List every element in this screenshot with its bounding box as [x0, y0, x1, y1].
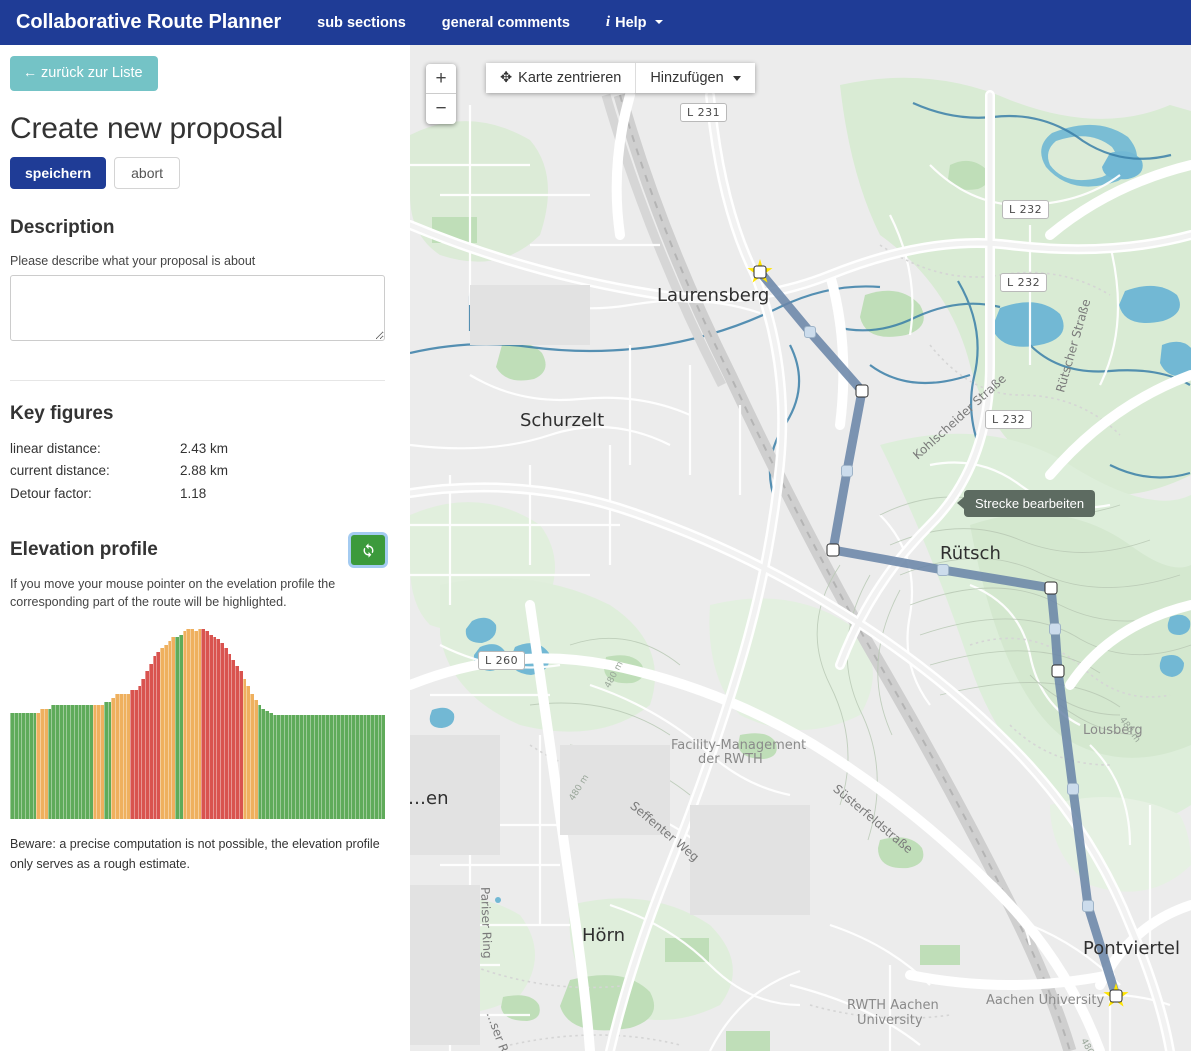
back-to-list-button[interactable]: ← zurück zur Liste [10, 56, 158, 91]
route-waypoint-handle[interactable] [826, 543, 840, 557]
top-navbar: Collaborative Route Planner sub sections… [0, 0, 1191, 45]
key-figure-value: 2.43 km [180, 440, 229, 456]
route-midpoint-handle[interactable] [804, 326, 816, 338]
description-textarea[interactable] [10, 274, 385, 341]
nav-item-general-comments[interactable]: general comments [442, 15, 570, 31]
elevation-profile-chart[interactable] [10, 629, 385, 820]
back-to-list-label: zurück zur Liste [41, 65, 143, 81]
route-waypoint-handle[interactable] [1044, 581, 1058, 595]
map-canvas[interactable]: + − ✥ Karte zentrieren Hinzufügen Streck… [410, 45, 1191, 1051]
key-figure-label: Detour factor: [10, 485, 92, 501]
description-helper-text: Please describe what your proposal is ab… [10, 253, 256, 268]
key-figure-value: 1.18 [180, 485, 207, 501]
map-tiles [410, 45, 1191, 1051]
key-figure-label: current distance: [10, 463, 110, 479]
key-figures-heading: Key figures [10, 402, 114, 424]
route-waypoint-handle[interactable] [855, 384, 869, 398]
route-start-marker[interactable] [747, 259, 773, 285]
app-brand[interactable]: Collaborative Route Planner [16, 11, 281, 34]
map-road-shield: L 232 [1002, 200, 1050, 219]
map-road-shield: L 231 [680, 103, 728, 122]
abort-button[interactable]: abort [114, 156, 181, 189]
table-row: current distance: 2.88 km [10, 460, 385, 483]
description-heading: Description [10, 216, 115, 238]
route-end-marker[interactable] [1103, 983, 1129, 1009]
route-midpoint-handle[interactable] [937, 564, 949, 576]
map-toolbar: ✥ Karte zentrieren Hinzufügen [486, 63, 755, 93]
center-map-label: Karte zentrieren [518, 70, 622, 86]
info-icon: i [605, 14, 611, 30]
sidebar-panel: ← zurück zur Liste Create new proposal sp… [0, 45, 410, 1051]
zoom-in-button[interactable]: + [426, 64, 456, 94]
key-figure-value: 2.88 km [180, 463, 229, 479]
zoom-out-button[interactable]: − [426, 94, 456, 124]
route-midpoint-handle[interactable] [1082, 900, 1094, 912]
refresh-icon [363, 543, 373, 558]
square-handle-icon [1109, 989, 1123, 1003]
elevation-disclaimer-note: Beware: a precise computation is not pos… [10, 837, 380, 872]
center-map-button[interactable]: ✥ Karte zentrieren [486, 63, 636, 93]
map-road-shield: L 232 [1000, 273, 1048, 292]
route-midpoint-handle[interactable] [841, 465, 853, 477]
nav-item-help-label: Help [615, 14, 647, 31]
zoom-control[interactable]: + − [426, 64, 456, 124]
nav-item-sub-sections[interactable]: sub sections [317, 15, 406, 31]
table-row: Detour factor: 1.18 [10, 483, 385, 506]
elevation-profile-header: Elevation profile [10, 535, 385, 566]
table-row: linear distance: 2.43 km [10, 438, 385, 461]
square-handle-icon [753, 265, 767, 279]
map-road-shield: L 232 [985, 410, 1033, 429]
arrow-left-icon: ← [23, 64, 37, 80]
move-crosshair-icon: ✥ [500, 70, 513, 86]
add-dropdown-label: Hinzufügen [650, 70, 724, 86]
route-midpoint-handle[interactable] [1049, 623, 1061, 635]
nav-item-help[interactable]: i Help [606, 14, 663, 31]
refresh-elevation-button[interactable] [351, 535, 385, 566]
save-button[interactable]: speichern [10, 156, 107, 189]
action-button-row: speichern abort [10, 156, 386, 189]
key-figures-table: linear distance: 2.43 km current distanc… [10, 438, 385, 506]
key-figure-label: linear distance: [10, 440, 101, 456]
elevation-profile-heading: Elevation profile [10, 539, 158, 561]
edit-route-tooltip: Strecke bearbeiten [956, 490, 1096, 517]
section-divider [10, 379, 385, 381]
add-dropdown-button[interactable]: Hinzufügen [635, 63, 755, 93]
map-road-shield: L 260 [478, 651, 526, 670]
route-midpoint-handle[interactable] [1067, 783, 1079, 795]
elevation-helper-text: If you move your mouse pointer on the ev… [10, 577, 336, 610]
chevron-down-icon [732, 75, 741, 81]
page-title: Create new proposal [10, 111, 284, 145]
route-waypoint-handle[interactable] [1051, 664, 1065, 678]
chevron-down-icon [654, 20, 663, 24]
elevation-bar[interactable] [381, 629, 385, 820]
